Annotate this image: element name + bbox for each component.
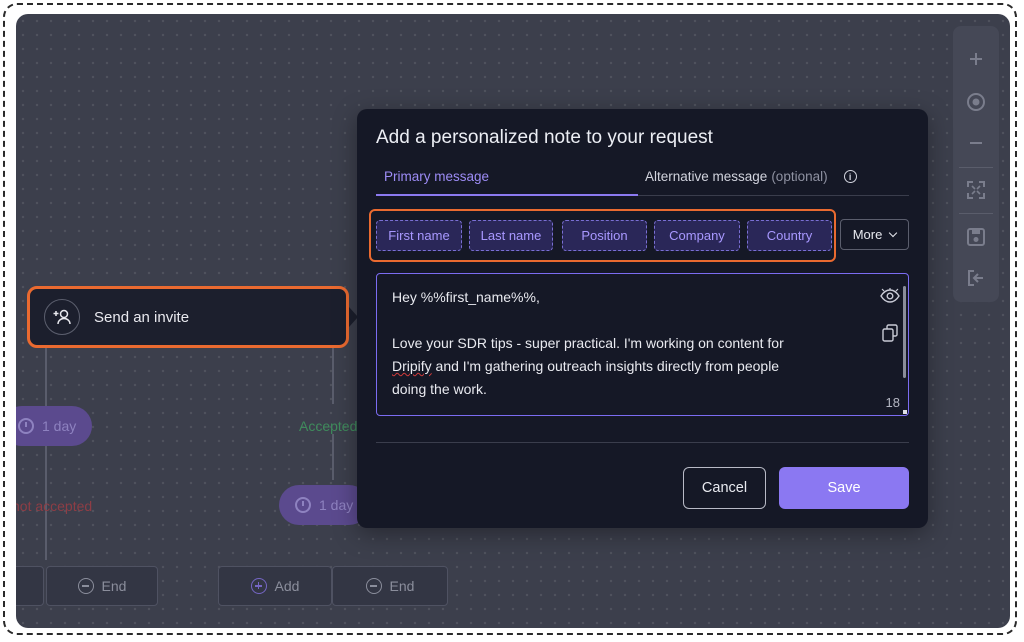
- delay-pill-left[interactable]: 1 day: [16, 406, 93, 446]
- chevron-down-icon: [889, 228, 898, 237]
- workflow-canvas[interactable]: 1 day Accepted not accepted 1 day End Ad…: [16, 14, 1010, 628]
- exit-icon[interactable]: [958, 262, 994, 294]
- character-count: 18: [885, 395, 900, 410]
- plus-circle-icon: [250, 578, 267, 594]
- misspelled-word: Dripify: [392, 358, 432, 374]
- variable-chip-country[interactable]: Country: [747, 220, 832, 251]
- minus-circle-icon: [77, 578, 94, 594]
- delay-label: 1 day: [319, 497, 354, 513]
- connector-line: [45, 348, 47, 560]
- canvas-toolbar: [953, 26, 999, 302]
- personalized-note-modal: Add a personalized note to your request …: [357, 109, 928, 528]
- accepted-label: Accepted: [299, 418, 358, 434]
- copy-icon[interactable]: [882, 324, 898, 342]
- modal-title: Add a personalized note to your request: [376, 127, 713, 148]
- tab-label: Alternative message: [645, 169, 768, 184]
- info-icon[interactable]: i: [843, 170, 857, 183]
- more-variables-dropdown[interactable]: More: [840, 219, 909, 250]
- variable-chip-last-name[interactable]: Last name: [469, 220, 553, 251]
- tab-alternative-message[interactable]: Alternative message (optional) i: [645, 169, 857, 184]
- clock-icon: [295, 497, 311, 513]
- preview-eye-icon[interactable]: [880, 288, 900, 304]
- message-line: Love your SDR tips - super practical. I'…: [392, 335, 784, 351]
- node-label: Send an invite: [94, 308, 190, 326]
- message-textarea[interactable]: Hey %%first_name%%, Love your SDR tips -…: [376, 273, 909, 416]
- connector-line: [332, 434, 334, 480]
- message-line: doing the work.: [392, 381, 487, 397]
- send-invite-node[interactable]: Send an invite: [27, 286, 349, 348]
- message-line: Dripify and I'm gathering outreach insig…: [392, 355, 862, 378]
- plus-icon[interactable]: [958, 43, 994, 75]
- more-label: More: [852, 227, 883, 242]
- end-label: End: [389, 578, 415, 594]
- delay-label: 1 day: [42, 418, 77, 434]
- minus-circle-icon: [365, 578, 382, 594]
- message-text: Hey %%first_name%%, Love your SDR tips -…: [392, 286, 862, 401]
- clock-icon: [18, 418, 34, 434]
- target-icon[interactable]: [958, 86, 994, 118]
- toolbar-divider: [959, 213, 993, 214]
- end-button-right[interactable]: End: [332, 566, 448, 606]
- resize-handle[interactable]: [903, 410, 907, 414]
- toolbar-divider: [959, 167, 993, 168]
- minus-icon[interactable]: [958, 127, 994, 159]
- active-tab-indicator: [376, 194, 638, 196]
- save-button[interactable]: Save: [779, 467, 909, 509]
- footer-divider: [376, 442, 909, 443]
- message-line: [392, 309, 862, 332]
- textarea-scrollbar[interactable]: [903, 286, 906, 378]
- variable-chip-first-name[interactable]: First name: [376, 220, 462, 251]
- cancel-button[interactable]: Cancel: [683, 467, 766, 509]
- variable-chip-company[interactable]: Company: [654, 220, 740, 251]
- end-button-left[interactable]: End: [46, 566, 158, 606]
- add-label: Add: [274, 578, 300, 594]
- save-icon[interactable]: [958, 221, 994, 253]
- variable-chip-position[interactable]: Position: [562, 220, 647, 251]
- tab-primary-message[interactable]: Primary message: [384, 169, 489, 184]
- end-label: End: [101, 578, 127, 594]
- connector-line: [332, 348, 334, 404]
- add-button[interactable]: Add: [218, 566, 332, 606]
- message-line-rest: and I'm gathering outreach insights dire…: [431, 358, 780, 374]
- not-accepted-label: not accepted: [16, 498, 93, 514]
- tab-optional-hint: (optional): [771, 169, 828, 184]
- add-user-icon: [44, 299, 80, 335]
- delay-pill-middle[interactable]: 1 day: [279, 485, 370, 525]
- end-button-left-stub[interactable]: [16, 566, 44, 606]
- message-line: Hey %%first_name%%,: [392, 289, 540, 305]
- fullscreen-icon[interactable]: [958, 174, 994, 206]
